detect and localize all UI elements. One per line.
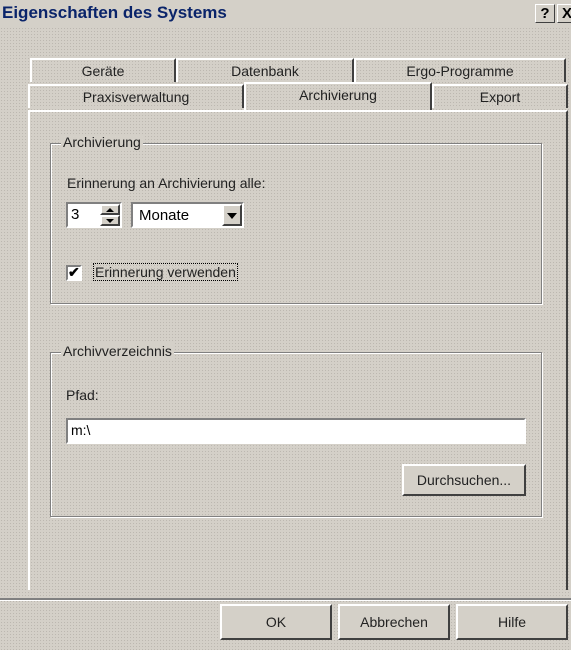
tab-row-back: Geräte Datenbank Ergo-Programme [0,58,571,82]
tab-geraete[interactable]: Geräte [30,58,176,82]
title-bar: Eigenschaften des Systems ? X [0,0,571,28]
close-title-button[interactable]: X [557,4,571,23]
tab-label: Praxisverwaltung [82,89,190,105]
unit-select[interactable]: Monate [131,202,244,228]
group-legend: Archivverzeichnis [61,343,174,359]
tab-datenbank[interactable]: Datenbank [176,58,354,82]
tab-praxisverwaltung[interactable]: Praxisverwaltung [28,84,244,108]
spin-down-icon [106,219,114,223]
path-label: Pfad: [66,387,99,403]
browse-button[interactable]: Durchsuchen... [402,464,526,496]
tab-label: Geräte [81,63,125,79]
tab-label: Archivierung [299,87,377,103]
tab-archivierung[interactable]: Archivierung [244,82,432,110]
close-icon: X [561,5,571,22]
unit-value: Monate [139,207,190,224]
cancel-button[interactable]: Abbrechen [338,604,450,640]
help-label: Hilfe [497,614,526,630]
ok-button[interactable]: OK [220,604,332,640]
footer-divider [0,598,571,601]
tab-ergo-programme[interactable]: Ergo-Programme [354,58,566,82]
spin-up-button[interactable] [100,204,120,215]
help-icon: ? [540,5,550,22]
cancel-label: Abbrechen [360,614,428,630]
interval-value: 3 [71,206,80,223]
path-input[interactable]: m:\ [66,418,526,444]
reminder-interval-label: Erinnerung an Archivierung alle: [67,175,266,191]
tab-export[interactable]: Export [432,84,568,108]
chevron-down-icon [227,213,237,219]
browse-label: Durchsuchen... [416,472,512,488]
ok-label: OK [265,614,287,630]
spin-up-icon [106,208,114,212]
properties-dialog: Eigenschaften des Systems ? X Geräte Dat… [0,0,571,650]
checkmark-icon: ✔ [68,264,80,280]
window-title: Eigenschaften des Systems [2,3,227,22]
group-legend: Archivierung [61,134,143,150]
use-reminder-label[interactable]: Erinnerung verwenden [93,263,238,281]
use-reminder-checkbox[interactable]: ✔ [66,264,82,281]
unit-dropdown-button[interactable] [222,204,242,226]
tab-label: Export [479,89,521,105]
interval-spinner[interactable]: 3 [66,202,122,228]
spin-down-button[interactable] [100,215,120,226]
help-title-button[interactable]: ? [535,4,555,23]
tab-label: Ergo-Programme [406,63,514,79]
help-button[interactable]: Hilfe [456,604,568,640]
path-value: m:\ [71,422,91,438]
tab-row-front: Praxisverwaltung Archivierung Export [0,82,571,110]
tab-label: Datenbank [231,63,299,79]
